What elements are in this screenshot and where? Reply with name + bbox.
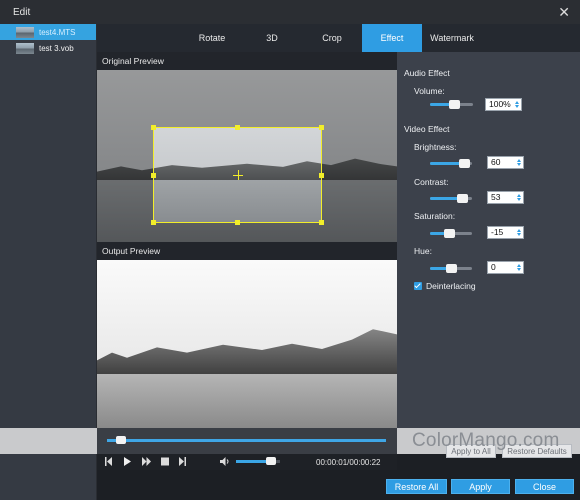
hue-label: Hue: (414, 246, 432, 256)
spin-arrows-icon[interactable] (515, 227, 522, 238)
video-effect-heading: Video Effect (404, 124, 450, 134)
tab-effect[interactable]: Effect (362, 24, 422, 52)
timeline-thumb[interactable] (116, 436, 126, 444)
crop-frame[interactable] (153, 127, 322, 223)
audio-effect-heading: Audio Effect (404, 68, 450, 78)
play-icon[interactable] (124, 457, 131, 466)
saturation-label: Saturation: (414, 211, 456, 221)
tab-rotate[interactable]: Rotate (182, 24, 242, 52)
player-volume-slider[interactable] (236, 457, 280, 465)
contrast-value: 53 (491, 192, 501, 202)
volume-label: Volume: (414, 86, 445, 96)
original-preview-header: Original Preview (97, 52, 397, 70)
crop-handle-top-left[interactable] (151, 125, 156, 130)
spin-arrows-icon[interactable] (513, 99, 520, 110)
crop-mask (322, 127, 397, 223)
close-icon[interactable]: ✕ (558, 4, 570, 21)
crop-handle-top-right[interactable] (319, 125, 324, 130)
crop-handle-left[interactable] (151, 173, 156, 178)
volume-slider-thumb[interactable] (449, 100, 460, 109)
contrast-slider-thumb[interactable] (457, 194, 468, 203)
saturation-value: -15 (491, 227, 504, 237)
original-preview (97, 70, 397, 242)
contrast-label: Contrast: (414, 177, 449, 187)
crop-handle-right[interactable] (319, 173, 324, 178)
stop-icon[interactable] (161, 457, 169, 466)
saturation-slider[interactable] (430, 229, 472, 238)
timeline-area (97, 428, 397, 454)
crop-mask (97, 223, 397, 242)
spin-arrows-icon[interactable] (515, 192, 522, 203)
output-preview (97, 260, 397, 428)
edit-tabs: Rotate 3D Crop Effect Watermark (97, 24, 580, 52)
saturation-slider-thumb[interactable] (444, 229, 455, 238)
player-controls: 00:00:01/00:00:22 (97, 454, 397, 470)
time-readout: 00:00:01/00:00:22 (316, 458, 381, 467)
crop-handle-bottom-right[interactable] (319, 220, 324, 225)
video-thumbnail (16, 42, 34, 54)
apply-button[interactable]: Apply (451, 479, 510, 494)
volume-slider[interactable] (430, 100, 473, 109)
output-preview-header: Output Preview (97, 242, 397, 260)
volume-icon[interactable] (220, 457, 231, 466)
tab-crop[interactable]: Crop (302, 24, 362, 52)
effect-panel: Audio Effect Volume: 100% Video Effect B… (397, 52, 580, 428)
tab-3d[interactable]: 3D (242, 24, 302, 52)
brightness-spinbox[interactable]: 60 (487, 156, 524, 169)
hue-slider-thumb[interactable] (446, 264, 457, 273)
hue-spinbox[interactable]: 0 (487, 261, 524, 274)
deinterlacing-label: Deinterlacing (426, 281, 476, 291)
fast-forward-icon[interactable] (142, 457, 151, 466)
water-region (97, 374, 397, 428)
crop-mask (97, 127, 153, 223)
watermark-text: ColorMango.com (412, 430, 560, 451)
file-name: test4.MTS (39, 27, 76, 37)
dialog-buttons: Restore All Apply Close (97, 470, 580, 500)
crop-handle-bottom-left[interactable] (151, 220, 156, 225)
brightness-value: 60 (491, 157, 501, 167)
volume-value: 100% (489, 99, 511, 109)
crop-mask (97, 70, 397, 127)
file-item-test3[interactable]: test 3.vob (0, 40, 96, 56)
brightness-slider[interactable] (430, 159, 472, 168)
spin-arrows-icon[interactable] (515, 157, 522, 168)
contrast-slider[interactable] (430, 194, 472, 203)
restore-all-button[interactable]: Restore All (386, 479, 447, 494)
crop-handle-top[interactable] (235, 125, 240, 130)
contrast-spinbox[interactable]: 53 (487, 191, 524, 204)
video-thumbnail (16, 26, 34, 38)
skip-back-icon[interactable] (105, 457, 112, 466)
close-button[interactable]: Close (515, 479, 574, 494)
saturation-spinbox[interactable]: -15 (487, 226, 524, 239)
skip-forward-icon[interactable] (179, 457, 186, 466)
tab-watermark[interactable]: Watermark (422, 24, 482, 52)
crop-handle-bottom[interactable] (235, 220, 240, 225)
window-title: Edit (13, 7, 31, 18)
file-name: test 3.vob (39, 43, 74, 53)
crop-center-marker (238, 170, 239, 180)
spin-arrows-icon[interactable] (515, 262, 522, 273)
timeline-slider[interactable] (107, 439, 386, 442)
hue-value: 0 (491, 262, 496, 272)
file-item-test4[interactable]: test4.MTS (0, 24, 96, 40)
hue-slider[interactable] (430, 264, 472, 273)
player-volume-thumb[interactable] (266, 457, 276, 465)
deinterlacing-checkbox[interactable] (414, 282, 422, 290)
title-bar: Edit ✕ (0, 0, 580, 24)
brightness-slider-thumb[interactable] (459, 159, 470, 168)
brightness-label: Brightness: (414, 142, 457, 152)
volume-spinbox[interactable]: 100% (485, 98, 522, 111)
